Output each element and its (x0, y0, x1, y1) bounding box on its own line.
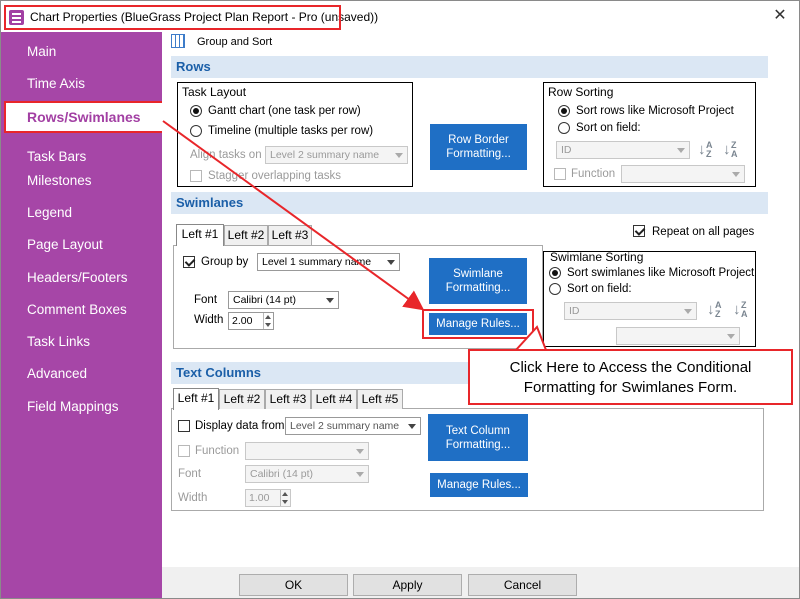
annotation-arrows (162, 120, 548, 351)
callout-pointer (513, 325, 548, 351)
callout-line-1: Click Here to Access the Conditional (509, 359, 752, 376)
chart-properties-window: Chart Properties (BlueGrass Project Plan… (0, 0, 800, 599)
callout-line-2: Formatting for Swimlanes Form. (523, 379, 738, 396)
annotation-callout: Click Here to Access the Conditional For… (468, 349, 793, 405)
arrow-nav-to-rules (162, 120, 425, 311)
